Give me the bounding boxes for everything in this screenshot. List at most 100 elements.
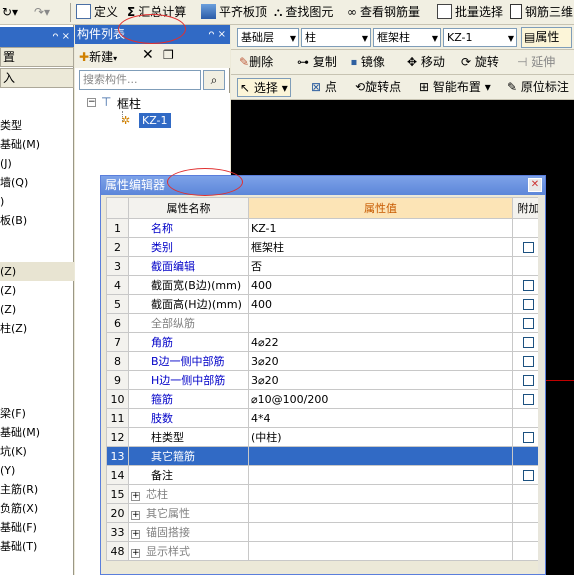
tree-root-label[interactable]: 框柱 [117, 95, 141, 112]
rotate-point-button[interactable]: ⟲旋转点 [355, 78, 401, 97]
property-table-scrollbar[interactable] [538, 196, 545, 574]
property-row[interactable]: 1 名称 KZ-1 [106, 218, 545, 238]
left-panel-item[interactable]: 基础(M) [0, 423, 74, 442]
left-panel-item[interactable]: (Z) [0, 300, 74, 319]
property-group-row[interactable]: 15 + 芯柱 [106, 484, 545, 504]
property-value[interactable]: 4⌀22 [248, 332, 513, 352]
add-checkbox[interactable] [523, 470, 534, 481]
property-group-name[interactable]: + 其它属性 [128, 503, 249, 523]
add-checkbox[interactable] [523, 356, 534, 367]
property-row[interactable]: 13 其它箍筋 [106, 446, 545, 466]
add-checkbox[interactable] [523, 318, 534, 329]
element-select[interactable]: KZ-1 ▼ [443, 28, 517, 47]
left-panel-item[interactable] [0, 357, 74, 376]
property-value[interactable] [248, 446, 513, 466]
add-checkbox[interactable] [523, 394, 534, 405]
property-row[interactable]: 3 截面编辑否 [106, 256, 545, 276]
left-panel-item[interactable]: 基础(F) [0, 518, 74, 537]
copy-button[interactable]: ⊶ 复制 [297, 53, 337, 72]
origin-mark-button[interactable]: ✎ 原位标注 [507, 78, 569, 97]
left-panel-item[interactable]: (Z) [0, 281, 74, 300]
property-row[interactable]: 9 H边一侧中部筋 3⌀20 [106, 370, 545, 390]
property-row[interactable]: 12 柱类型 (中柱) [106, 427, 545, 447]
view-rebar-button[interactable]: ∞ 查看钢筋量 [347, 3, 420, 22]
component-list-pin[interactable]: ᴖ × [208, 25, 226, 44]
select-button[interactable]: ↖ 选择 ▾ [237, 78, 291, 97]
smart-layout-button[interactable]: ⊞ 智能布置 ▾ [419, 78, 491, 97]
left-panel-pin[interactable]: ᴖ × [52, 27, 70, 47]
add-checkbox[interactable] [523, 375, 534, 386]
property-value[interactable]: 400 [248, 294, 513, 314]
batch-select-button[interactable]: 批量选择 [437, 3, 503, 22]
add-checkbox[interactable] [523, 432, 534, 443]
tree-collapse-icon[interactable]: − [87, 98, 96, 107]
left-panel-item[interactable]: 梁(F) [0, 404, 74, 423]
add-checkbox[interactable] [523, 280, 534, 291]
find-element-button[interactable]: ⛬ 查找图元 [274, 3, 333, 22]
left-panel-item[interactable] [0, 376, 74, 395]
property-group-row[interactable]: 48 + 显示样式 [106, 541, 545, 561]
define-button[interactable]: 定义 [76, 3, 118, 22]
point-button[interactable]: ⊠ 点 [311, 78, 337, 97]
property-value[interactable]: KZ-1 [248, 218, 513, 238]
left-panel-item[interactable]: 主筋(R) [0, 480, 74, 499]
left-panel-item[interactable]: 墙(Q) [0, 173, 74, 192]
property-value[interactable]: ⌀10@100/200 [248, 389, 513, 409]
property-value[interactable]: 否 [248, 256, 513, 276]
property-value[interactable] [248, 465, 513, 485]
forward-icon[interactable]: ↷▾ [34, 3, 50, 22]
left-panel-item[interactable]: 基础(T) [0, 537, 74, 556]
left-panel-item[interactable] [0, 338, 74, 357]
close-icon[interactable]: ✕ [528, 178, 542, 192]
property-value[interactable]: 框架柱 [248, 237, 513, 257]
left-panel-setting[interactable]: 置 [0, 47, 74, 67]
property-row[interactable]: 6 全部纵筋 [106, 313, 545, 333]
left-panel-item[interactable]: (J) [0, 154, 74, 173]
left-panel-item[interactable]: 柱(Z) [0, 319, 74, 338]
left-panel-item[interactable]: (Y) [0, 461, 74, 480]
tree-item-kz1[interactable]: KZ-1 [139, 113, 171, 128]
left-panel-import[interactable]: 入 [0, 68, 74, 88]
search-icon[interactable]: ⌕ [203, 70, 225, 90]
floor-select[interactable]: 基础层 ▼ [237, 28, 299, 47]
property-value[interactable] [248, 313, 513, 333]
delete-button[interactable]: ✎删除 [239, 53, 273, 72]
property-row[interactable]: 7 角筋 4⌀22 [106, 332, 545, 352]
property-row[interactable]: 8 B边一侧中部筋 3⌀20 [106, 351, 545, 371]
left-panel-item[interactable]: 坑(K) [0, 442, 74, 461]
left-panel-item[interactable]: ) [0, 192, 74, 211]
copy-component-icon[interactable]: ❐ [163, 48, 174, 62]
property-group-row[interactable]: 20 + 其它属性 [106, 503, 545, 523]
expand-icon[interactable]: + [131, 549, 140, 558]
property-row[interactable]: 4 截面宽(B边)(mm) 400 [106, 275, 545, 295]
expand-icon[interactable]: + [131, 530, 140, 539]
rotate-button[interactable]: ⟳ 旋转 [461, 53, 499, 72]
left-panel-item[interactable]: (Z) [0, 262, 74, 281]
mirror-button[interactable]: ⏹ 镜像 [351, 53, 385, 72]
add-checkbox[interactable] [523, 299, 534, 310]
extend-button[interactable]: ⊣ 延伸 [517, 53, 555, 72]
properties-button[interactable]: ▤属性 [521, 27, 572, 48]
left-panel-item[interactable] [0, 230, 74, 249]
property-value[interactable]: 4*4 [248, 408, 513, 428]
add-checkbox[interactable] [523, 337, 534, 348]
delete-component-icon[interactable]: ✕ [142, 47, 154, 63]
move-button[interactable]: ✥ 移动 [407, 53, 445, 72]
property-row[interactable]: 2 类别 框架柱 [106, 237, 545, 257]
expand-icon[interactable]: + [131, 492, 140, 501]
property-value[interactable]: 3⌀20 [248, 351, 513, 371]
property-value[interactable]: (中柱) [248, 427, 513, 447]
subtype-select[interactable]: 框架柱 ▼ [373, 28, 441, 47]
property-group-name[interactable]: + 锚固搭接 [128, 522, 249, 542]
rebar-3d-button[interactable]: 钢筋三维 [510, 3, 573, 22]
property-value[interactable]: 3⌀20 [248, 370, 513, 390]
add-checkbox[interactable] [523, 242, 534, 253]
property-group-name[interactable]: + 芯柱 [128, 484, 249, 504]
property-row[interactable]: 5 截面高(H边)(mm) 400 [106, 294, 545, 314]
left-panel-item[interactable]: 负筋(X) [0, 499, 74, 518]
property-value[interactable]: 400 [248, 275, 513, 295]
property-row[interactable]: 11 肢数 4*4 [106, 408, 545, 428]
flat-slab-button[interactable]: 平齐板顶 [201, 3, 267, 22]
new-component-button[interactable]: ✚新建▾ [79, 48, 117, 65]
property-group-name[interactable]: + 显示样式 [128, 541, 249, 561]
